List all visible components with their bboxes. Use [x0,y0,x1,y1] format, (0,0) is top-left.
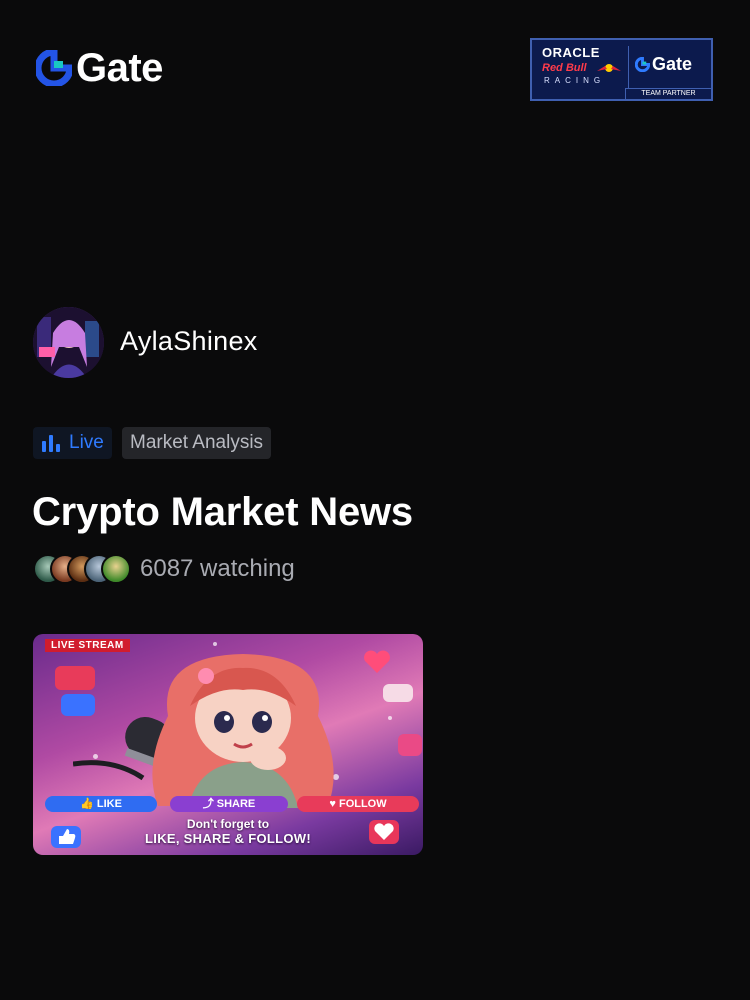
partner-line1: ORACLE [542,45,600,60]
stream-thumbnail[interactable]: LIVE STREAM 👍 LIKE ⤴ SHARE ♥ FOLLOW Don'… [33,634,423,855]
heart-bubble [398,734,422,756]
partner-line2: Red Bull [542,62,587,74]
partner-gate-logo: Gate [635,54,692,75]
bulls-icon [597,64,621,72]
viewer-count: 6087 watching [140,555,295,582]
partner-divider [628,46,629,90]
partner-line3: RACING [544,76,606,85]
thumbnail-caption: Don't forget to LIKE, SHARE & FOLLOW! [33,817,423,847]
stream-title[interactable]: Crypto Market News [32,490,413,535]
partner-tag: TEAM PARTNER [625,88,711,99]
category-tag[interactable]: Market Analysis [122,427,272,459]
caption-line1: Don't forget to [186,817,270,831]
chat-bubble [383,684,413,702]
streamer-avatar[interactable] [33,307,104,378]
heart-bubble [55,666,95,690]
partner-brand: Gate [652,54,693,74]
like-bubble [61,694,95,716]
avatar-image [33,307,104,378]
sparkle [388,716,392,720]
live-bars-icon [42,435,60,452]
partner-badge: ORACLE Red Bull RACING Gate TEAM PARTNER [530,38,713,101]
character-illustration [152,654,334,808]
thumb-share-label: SHARE [216,798,256,810]
live-stream-badge: LIVE STREAM [45,639,130,652]
live-tag: Live [33,427,112,459]
heart-icon [364,650,390,673]
streamer-name[interactable]: AylaShinex [120,326,258,357]
thumbnail-buttons: 👍 LIKE ⤴ SHARE ♥ FOLLOW [33,796,423,814]
thumb-follow-label: FOLLOW [338,798,387,810]
viewer-avatars [33,554,131,584]
thumb-like-label: LIKE [96,798,122,810]
gate-logo[interactable]: Gate [36,46,163,90]
thumb-share-pill: ⤴ SHARE [170,796,288,812]
gate-logo-icon [36,50,72,86]
viewers-row: 6087 watching [33,554,295,584]
brand-name: Gate [76,46,163,90]
viewer-avatar [101,554,131,584]
live-label: Live [69,432,104,453]
gate-small-icon [635,57,650,72]
caption-line2: LIKE, SHARE & FOLLOW! [145,831,311,846]
thumb-follow-pill: ♥ FOLLOW [297,796,419,812]
thumb-like-pill: 👍 LIKE [45,796,157,812]
